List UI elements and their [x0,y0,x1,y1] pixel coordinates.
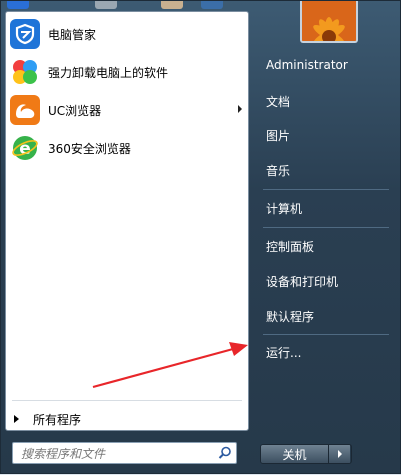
shutdown-button[interactable]: 关机 [261,445,329,463]
shutdown-control: 关机 [260,444,352,464]
search-input[interactable] [19,445,213,463]
right-item-pictures[interactable]: 图片 [259,121,391,149]
right-item-default-programs[interactable]: 默认程序 [259,302,391,330]
right-item-label: 文档 [266,94,291,109]
all-programs-label: 所有程序 [33,412,82,427]
right-item-devices-printers[interactable]: 设备和打印机 [259,267,391,295]
separator [12,400,242,401]
user-avatar[interactable] [300,1,358,43]
program-label: 360安全浏览器 [48,141,131,156]
360-browser-icon: e [10,133,40,163]
program-item-pc-manager[interactable]: 电脑管家 [8,16,246,52]
taskbar-app-icon[interactable] [201,1,223,9]
right-item-user[interactable]: Administrator [259,51,391,79]
right-item-label: 音乐 [266,163,291,178]
program-item-360-browser[interactable]: e 360安全浏览器 [8,130,246,166]
right-item-control-panel[interactable]: 控制面板 [259,232,391,260]
separator [263,227,389,228]
program-item-uc-browser[interactable]: UC浏览器 [8,92,246,128]
taskbar-app-icon[interactable] [7,1,29,9]
all-programs-arrow-icon [14,415,19,423]
right-item-music[interactable]: 音乐 [259,156,391,184]
search-box[interactable] [12,442,237,464]
start-menu: 电脑管家 强力卸载电脑上的软件 UC浏览器 e 360安全浏览器 所有程序 搜索… [0,0,401,474]
taskbar-icon-strip [1,1,251,11]
right-item-run[interactable]: 运行... [259,338,391,366]
program-label: UC浏览器 [48,103,102,118]
right-item-computer[interactable]: 计算机 [259,194,391,222]
right-item-label: 控制面板 [266,239,315,254]
programs-pane: 电脑管家 强力卸载电脑上的软件 UC浏览器 e 360安全浏览器 所有程序 [5,11,249,431]
right-item-label: 计算机 [266,201,303,216]
right-item-documents[interactable]: 文档 [259,87,391,115]
shutdown-options-button[interactable] [329,445,350,463]
right-item-label: 运行... [266,345,302,360]
search-icon[interactable] [218,446,232,460]
right-item-label: 默认程序 [266,309,315,324]
right-item-label: Administrator [266,58,348,72]
right-item-label: 设备和打印机 [266,274,339,289]
program-item-uninstaller[interactable]: 强力卸载电脑上的软件 [8,54,246,90]
taskbar-app-icon[interactable] [161,1,183,9]
program-label: 电脑管家 [48,27,97,42]
uninstall-icon [10,57,40,87]
uc-browser-icon [10,95,40,125]
submenu-arrow-icon [238,105,242,113]
right-item-label: 图片 [266,128,291,143]
separator [263,189,389,190]
all-programs-button[interactable]: 所有程序 [10,408,81,430]
program-label: 强力卸载电脑上的软件 [48,65,169,80]
chevron-right-icon [337,450,342,458]
separator [263,334,389,335]
tencent-pc-manager-icon [10,19,40,49]
taskbar-app-icon[interactable] [95,1,117,9]
